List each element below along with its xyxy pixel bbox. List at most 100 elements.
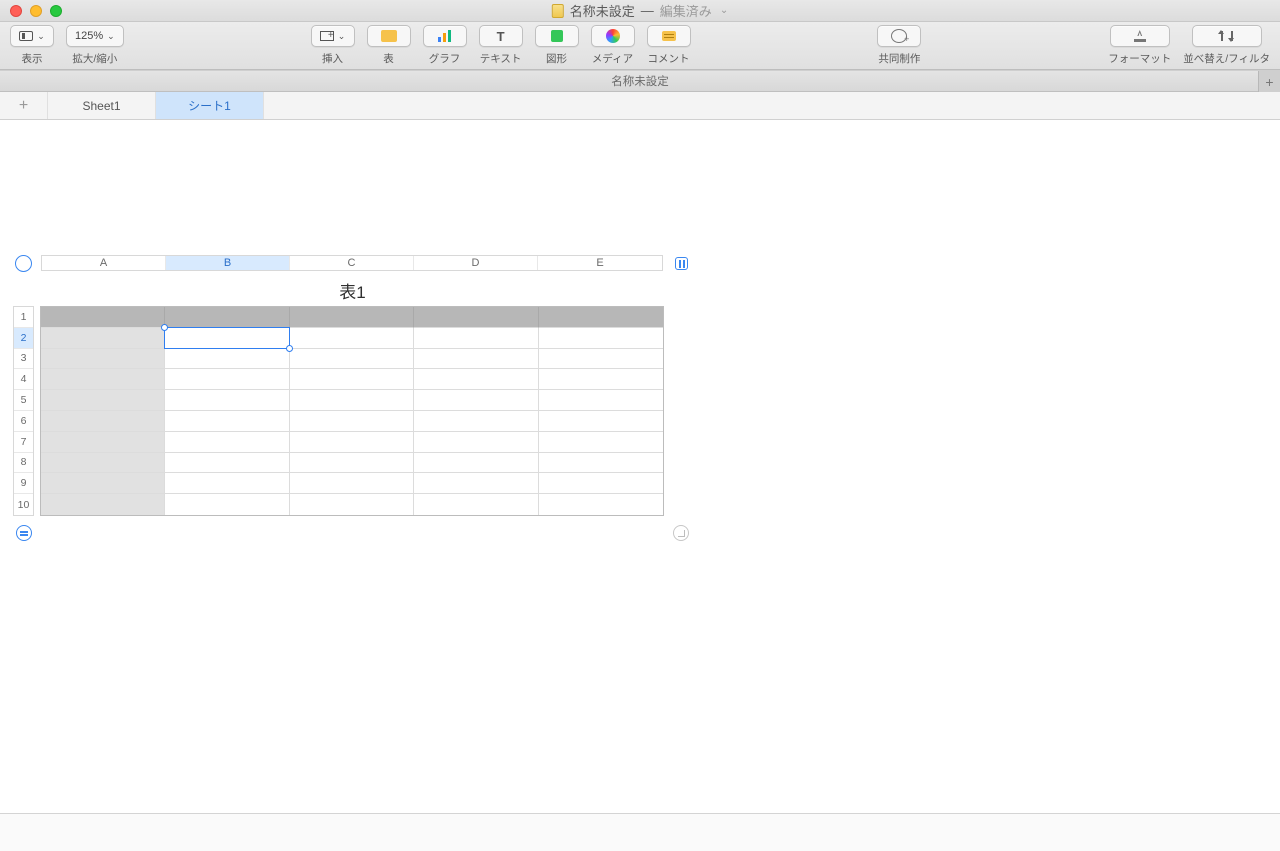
close-window-button[interactable] <box>10 5 22 17</box>
row-header[interactable]: 5 <box>14 390 33 411</box>
spreadsheet-canvas[interactable]: ABCDE 表1 12345678910 <box>0 120 1280 813</box>
row-header[interactable]: 1 <box>14 307 33 328</box>
add-column-handle[interactable] <box>675 257 688 270</box>
cell[interactable] <box>414 369 538 390</box>
row-header[interactable]: 10 <box>14 494 33 515</box>
cell[interactable] <box>41 473 165 494</box>
column-header[interactable]: D <box>414 256 538 270</box>
media-button[interactable] <box>591 25 635 47</box>
cell[interactable] <box>41 494 165 515</box>
cell[interactable] <box>165 432 289 453</box>
cell[interactable] <box>165 349 289 370</box>
row-header[interactable]: 9 <box>14 473 33 494</box>
cell[interactable] <box>165 369 289 390</box>
table-icon <box>381 30 397 42</box>
cell[interactable] <box>539 453 663 474</box>
cell[interactable] <box>290 369 414 390</box>
column-header[interactable]: E <box>538 256 662 270</box>
table-button[interactable] <box>367 25 411 47</box>
row-header[interactable]: 6 <box>14 411 33 432</box>
sheet-tabs: + Sheet1 シート1 <box>0 92 1280 120</box>
cell[interactable] <box>414 390 538 411</box>
chart-button[interactable] <box>423 25 467 47</box>
cell[interactable] <box>290 307 414 328</box>
sheet-tab[interactable]: シート1 <box>156 92 264 119</box>
insert-button[interactable]: ⌄ <box>311 25 355 47</box>
cell[interactable] <box>539 494 663 515</box>
cell[interactable] <box>539 473 663 494</box>
row-header[interactable]: 3 <box>14 349 33 370</box>
comment-button[interactable] <box>647 25 691 47</box>
window-titlebar: 名称未設定 — 編集済み ⌄ <box>0 0 1280 22</box>
cell[interactable] <box>414 349 538 370</box>
cell[interactable] <box>41 411 165 432</box>
view-icon <box>19 31 33 41</box>
cell[interactable] <box>165 453 289 474</box>
text-button[interactable]: T <box>479 25 523 47</box>
cell[interactable] <box>41 349 165 370</box>
cell[interactable] <box>165 390 289 411</box>
table-resize-handle[interactable] <box>673 525 689 541</box>
cell[interactable] <box>414 328 538 349</box>
cell[interactable] <box>414 494 538 515</box>
window-title[interactable]: 名称未設定 — 編集済み ⌄ <box>552 1 728 20</box>
row-header[interactable]: 4 <box>14 369 33 390</box>
cell[interactable] <box>290 328 414 349</box>
cell[interactable] <box>414 473 538 494</box>
cell[interactable] <box>414 307 538 328</box>
cell[interactable] <box>290 432 414 453</box>
cell[interactable] <box>165 307 289 328</box>
cell[interactable] <box>165 494 289 515</box>
cell[interactable] <box>165 411 289 432</box>
table-select-handle[interactable] <box>15 255 32 272</box>
cell[interactable] <box>414 432 538 453</box>
cell[interactable] <box>290 349 414 370</box>
zoom-window-button[interactable] <box>50 5 62 17</box>
view-button[interactable]: ⌄ <box>10 25 54 47</box>
table-row <box>41 411 663 432</box>
format-button[interactable] <box>1110 25 1170 47</box>
media-icon <box>606 29 620 43</box>
row-header[interactable]: 8 <box>14 453 33 474</box>
cell[interactable] <box>414 453 538 474</box>
cell[interactable] <box>41 390 165 411</box>
cell[interactable] <box>41 307 165 328</box>
add-panel-button[interactable]: + <box>1258 71 1280 92</box>
cell[interactable] <box>290 453 414 474</box>
minimize-window-button[interactable] <box>30 5 42 17</box>
table-row <box>41 453 663 474</box>
cell[interactable] <box>41 369 165 390</box>
cell[interactable] <box>414 411 538 432</box>
cell[interactable] <box>539 349 663 370</box>
cell[interactable] <box>539 411 663 432</box>
row-header[interactable]: 7 <box>14 432 33 453</box>
cell[interactable] <box>539 369 663 390</box>
cell[interactable] <box>290 411 414 432</box>
toolbar: ⌄ 表示 125% ⌄ 拡大/縮小 ⌄ 挿入 表 グラフ T テキスト 図形 <box>0 22 1280 70</box>
cell[interactable] <box>165 473 289 494</box>
column-header[interactable]: A <box>42 256 166 270</box>
collaborate-button[interactable] <box>877 25 921 47</box>
cell[interactable] <box>539 307 663 328</box>
table-title[interactable]: 表1 <box>40 278 665 303</box>
cell[interactable] <box>290 390 414 411</box>
add-row-handle[interactable] <box>16 525 32 541</box>
cell[interactable] <box>539 390 663 411</box>
zoom-dropdown[interactable]: 125% ⌄ <box>66 25 124 47</box>
column-header[interactable]: B <box>166 256 290 270</box>
shape-button[interactable] <box>535 25 579 47</box>
cell[interactable] <box>41 432 165 453</box>
cell[interactable] <box>41 328 165 349</box>
cell[interactable] <box>539 432 663 453</box>
cell[interactable] <box>539 328 663 349</box>
sort-filter-button[interactable] <box>1192 25 1262 47</box>
row-header[interactable]: 2 <box>14 328 33 349</box>
sheet-tab[interactable]: Sheet1 <box>48 92 156 119</box>
cell[interactable] <box>290 494 414 515</box>
cell[interactable] <box>290 473 414 494</box>
cell[interactable] <box>165 328 289 349</box>
column-header[interactable]: C <box>290 256 414 270</box>
add-sheet-button[interactable]: + <box>0 92 48 119</box>
table-grid[interactable] <box>40 306 664 516</box>
cell[interactable] <box>41 453 165 474</box>
